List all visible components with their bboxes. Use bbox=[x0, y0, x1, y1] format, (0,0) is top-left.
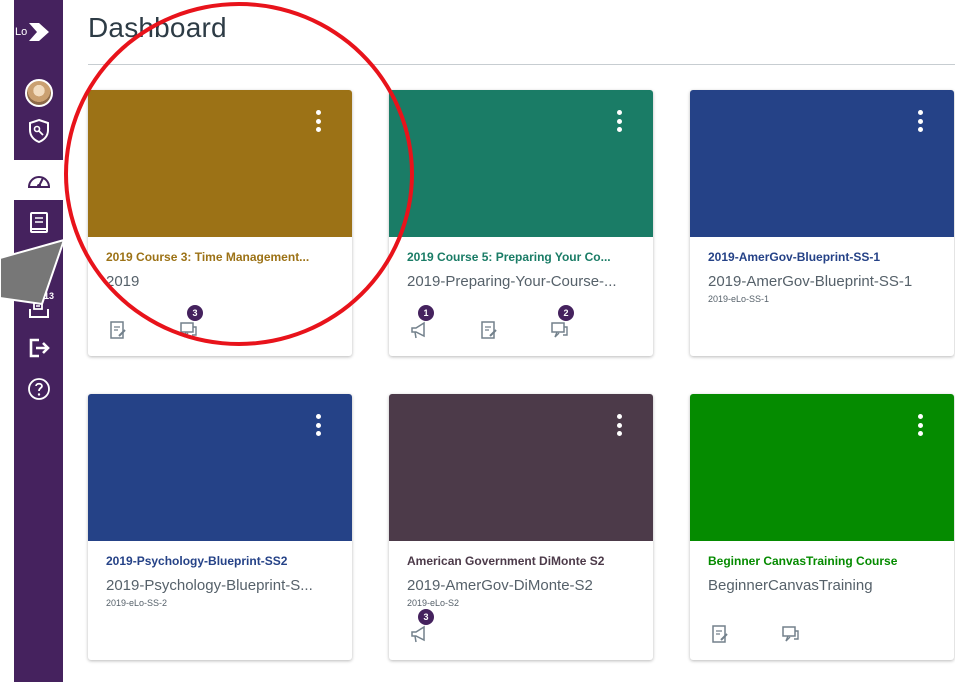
global-navigation: Lo 13 bbox=[14, 0, 63, 682]
calendar-icon bbox=[28, 259, 49, 277]
help-icon bbox=[27, 378, 50, 400]
nav-courses[interactable] bbox=[14, 206, 63, 240]
logo-text: Lo bbox=[15, 26, 28, 38]
discussions-icon[interactable] bbox=[778, 622, 802, 646]
course-card-term: 2019-eLo-S2 bbox=[407, 598, 460, 608]
course-card[interactable]: American Government DiMonte S2 2019-Amer… bbox=[389, 394, 653, 660]
header-divider bbox=[88, 64, 955, 65]
announcements-unread-badge: 1 bbox=[418, 305, 434, 321]
course-card[interactable]: 2019 Course 3: Time Management... 2019 3 bbox=[88, 90, 352, 356]
nav-logo[interactable]: Lo bbox=[14, 14, 63, 50]
avatar bbox=[24, 79, 53, 107]
nav-dashboard[interactable] bbox=[14, 160, 63, 200]
course-card-term: 2019-eLo-SS-1 bbox=[708, 294, 770, 304]
discussions-icon[interactable]: 3 bbox=[176, 305, 203, 342]
discussions-unread-badge: 2 bbox=[558, 305, 574, 321]
card-options-icon[interactable] bbox=[607, 108, 631, 134]
course-card-term: 2019-eLo-SS-2 bbox=[106, 598, 168, 608]
announcements-icon[interactable]: 1 bbox=[407, 305, 434, 342]
discussions-unread-badge: 3 bbox=[187, 305, 203, 321]
commons-arrow-icon bbox=[29, 338, 50, 358]
course-card-name[interactable]: 2019 Course 3: Time Management... bbox=[106, 250, 342, 264]
assignments-icon[interactable] bbox=[106, 318, 130, 342]
nav-calendar[interactable] bbox=[14, 250, 63, 284]
courses-book-icon bbox=[29, 212, 48, 233]
course-card-name[interactable]: American Government DiMonte S2 bbox=[407, 554, 643, 568]
announcements-icon[interactable]: 3 bbox=[407, 609, 434, 646]
nav-admin[interactable] bbox=[14, 114, 63, 148]
course-card[interactable]: 2019-AmerGov-Blueprint-SS-1 2019-AmerGov… bbox=[690, 90, 954, 356]
card-options-icon[interactable] bbox=[607, 412, 631, 438]
course-card-name[interactable]: 2019-Psychology-Blueprint-SS2 bbox=[106, 554, 342, 568]
card-options-icon[interactable] bbox=[908, 412, 932, 438]
course-card-code: 2019-Psychology-Blueprint-S... bbox=[106, 577, 313, 594]
card-options-icon[interactable] bbox=[306, 412, 330, 438]
page-title: Dashboard bbox=[88, 12, 227, 43]
course-card-code: 2019-AmerGov-DiMonte-S2 bbox=[407, 577, 593, 594]
announcements-unread-badge: 3 bbox=[418, 609, 434, 625]
course-card[interactable]: Beginner CanvasTraining Course BeginnerC… bbox=[690, 394, 954, 660]
course-card-name[interactable]: 2019 Course 5: Preparing Your Co... bbox=[407, 250, 643, 264]
card-options-icon[interactable] bbox=[306, 108, 330, 134]
window-edge bbox=[0, 0, 14, 682]
course-card-code: 2019-Preparing-Your-Course-... bbox=[407, 273, 617, 290]
course-card-name[interactable]: 2019-AmerGov-Blueprint-SS-1 bbox=[708, 250, 944, 264]
discussions-icon[interactable]: 2 bbox=[547, 305, 574, 342]
logo-arrow-icon bbox=[29, 23, 50, 41]
course-card-name[interactable]: Beginner CanvasTraining Course bbox=[708, 554, 944, 568]
assignments-icon[interactable] bbox=[477, 318, 501, 342]
nav-account-avatar[interactable] bbox=[14, 76, 63, 110]
dashboard-icon bbox=[27, 176, 50, 188]
course-card-code: BeginnerCanvasTraining bbox=[708, 577, 873, 594]
nav-help[interactable] bbox=[14, 372, 63, 406]
assignments-icon[interactable] bbox=[708, 622, 732, 646]
nav-inbox[interactable]: 13 bbox=[14, 290, 63, 324]
admin-shield-icon bbox=[28, 118, 49, 144]
course-card[interactable]: 2019 Course 5: Preparing Your Co... 2019… bbox=[389, 90, 653, 356]
course-card-code: 2019-AmerGov-Blueprint-SS-1 bbox=[708, 273, 913, 290]
course-card-code: 2019 bbox=[106, 273, 140, 290]
course-card[interactable]: 2019-Psychology-Blueprint-SS2 2019-Psych… bbox=[88, 394, 352, 660]
inbox-unread-badge: 13 bbox=[44, 291, 55, 301]
card-options-icon[interactable] bbox=[908, 108, 932, 134]
nav-commons[interactable] bbox=[14, 332, 63, 364]
